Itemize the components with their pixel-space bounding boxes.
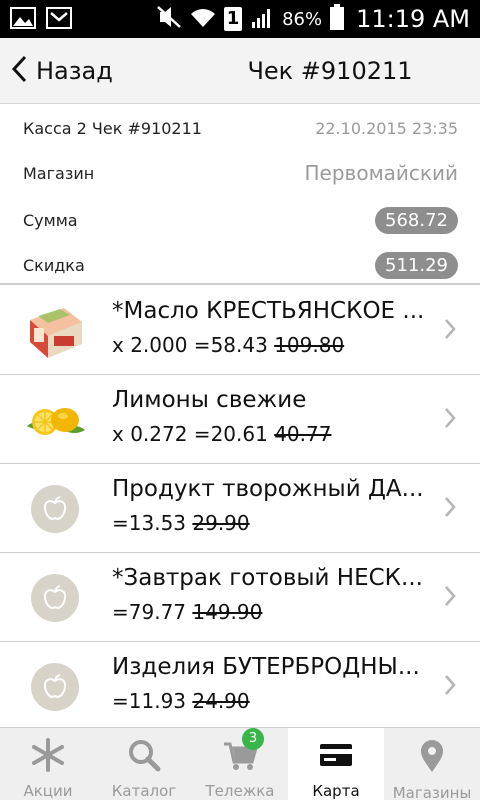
battery-percent: 86% xyxy=(282,8,323,30)
sum-badge: 568.72 xyxy=(375,207,458,234)
item-qty-total: =13.53 xyxy=(112,511,187,535)
receipt-items-list: *Масло КРЕСТЬЯНСКОЕ ... x 2.000 =58.43 1… xyxy=(0,286,480,726)
placeholder-apple-icon xyxy=(31,485,79,533)
item-name: *Масло КРЕСТЬЯНСКОЕ ... xyxy=(112,298,425,324)
sum-row: Сумма 568.72 xyxy=(23,207,458,234)
app-header: Назад Чек #910211 xyxy=(0,38,480,104)
nav-label: Магазины xyxy=(392,784,472,800)
list-item[interactable]: *Завтрак готовый НЕСК... =79.77 149.90 xyxy=(0,553,480,642)
store-value: Первомайский xyxy=(304,161,458,185)
item-price: =11.93 24.90 xyxy=(112,689,250,713)
placeholder-apple-icon xyxy=(31,663,79,711)
list-item[interactable]: Лимоны свежие x 0.272 =20.61 40.77 xyxy=(0,375,480,464)
page-title: Чек #910211 xyxy=(247,57,413,85)
chevron-right-icon xyxy=(444,585,456,611)
sum-label: Сумма xyxy=(23,211,78,230)
message-notification-icon xyxy=(46,6,72,34)
nav-card[interactable]: Карта xyxy=(288,728,384,800)
register-check-label: Касса 2 Чек #910211 xyxy=(23,119,202,138)
item-qty-total: x 2.000 =58.43 xyxy=(112,333,268,357)
item-price: =13.53 29.90 xyxy=(112,511,250,535)
item-qty-total: =79.77 xyxy=(112,600,187,624)
mute-icon xyxy=(156,5,182,33)
receipt-header-row: Касса 2 Чек #910211 22.10.2015 23:35 xyxy=(23,119,458,138)
sim-badge: 1 xyxy=(224,7,243,31)
signal-icon xyxy=(250,5,274,33)
receipt-datetime: 22.10.2015 23:35 xyxy=(315,119,458,138)
list-item[interactable]: Изделия БУТЕРБРОДНЫ... =11.93 24.90 xyxy=(0,642,480,726)
item-old-price: 24.90 xyxy=(192,689,250,713)
wifi-icon xyxy=(190,5,216,33)
discount-label: Скидка xyxy=(23,256,85,275)
chevron-right-icon xyxy=(444,674,456,700)
back-label: Назад xyxy=(36,57,113,85)
item-old-price: 109.80 xyxy=(274,333,345,357)
item-old-price: 40.77 xyxy=(274,422,332,446)
location-pin-icon xyxy=(417,738,447,778)
back-button[interactable]: Назад xyxy=(10,52,113,90)
nav-label: Акции xyxy=(23,782,73,800)
battery-icon xyxy=(330,4,345,34)
item-name: *Завтрак готовый НЕСК... xyxy=(112,565,423,591)
chevron-left-icon xyxy=(10,54,28,88)
bottom-navigation: Акции Каталог 3 Тележка Карта Магазины xyxy=(0,727,480,800)
store-row: Магазин Первомайский xyxy=(23,161,458,185)
store-label: Магазин xyxy=(23,163,95,183)
card-icon xyxy=(318,738,354,776)
item-old-price: 149.90 xyxy=(192,600,263,624)
butter-pack-icon xyxy=(22,298,88,364)
item-name: Лимоны свежие xyxy=(112,387,307,413)
chevron-right-icon xyxy=(444,407,456,433)
cart-count-badge: 3 xyxy=(242,728,264,750)
chevron-right-icon xyxy=(444,496,456,522)
item-price: x 0.272 =20.61 40.77 xyxy=(112,422,331,446)
item-name: Продукт творожный ДА... xyxy=(112,476,424,502)
discount-badge: 511.29 xyxy=(375,252,458,279)
nav-label: Тележка xyxy=(205,782,275,800)
item-qty-total: x 0.272 =20.61 xyxy=(112,422,268,446)
nav-cart[interactable]: 3 Тележка xyxy=(192,728,288,800)
receipt-info: Касса 2 Чек #910211 22.10.2015 23:35 Маг… xyxy=(0,105,480,285)
item-price: =79.77 149.90 xyxy=(112,600,262,624)
placeholder-apple-icon xyxy=(31,574,79,622)
nav-stores[interactable]: Магазины xyxy=(384,728,480,800)
item-qty-total: =11.93 xyxy=(112,689,187,713)
nav-catalog[interactable]: Каталог xyxy=(96,728,192,800)
clock: 11:19 AM xyxy=(356,5,470,33)
nav-label: Каталог xyxy=(111,782,177,800)
nav-label: Карта xyxy=(312,782,360,800)
lemon-icon xyxy=(22,387,88,453)
item-old-price: 29.90 xyxy=(192,511,250,535)
nav-promotions[interactable]: Акции xyxy=(0,728,96,800)
list-item[interactable]: Продукт творожный ДА... =13.53 29.90 xyxy=(0,464,480,553)
chevron-right-icon xyxy=(444,318,456,344)
list-item[interactable]: *Масло КРЕСТЬЯНСКОЕ ... x 2.000 =58.43 1… xyxy=(0,286,480,375)
search-icon xyxy=(127,738,161,776)
promo-asterisk-icon xyxy=(30,738,66,776)
status-bar: 1 86% 11:19 AM xyxy=(0,0,480,38)
item-price: x 2.000 =58.43 109.80 xyxy=(112,333,344,357)
discount-row: Скидка 511.29 xyxy=(23,252,458,279)
item-name: Изделия БУТЕРБРОДНЫ... xyxy=(112,654,420,680)
gallery-notification-icon xyxy=(10,6,36,34)
